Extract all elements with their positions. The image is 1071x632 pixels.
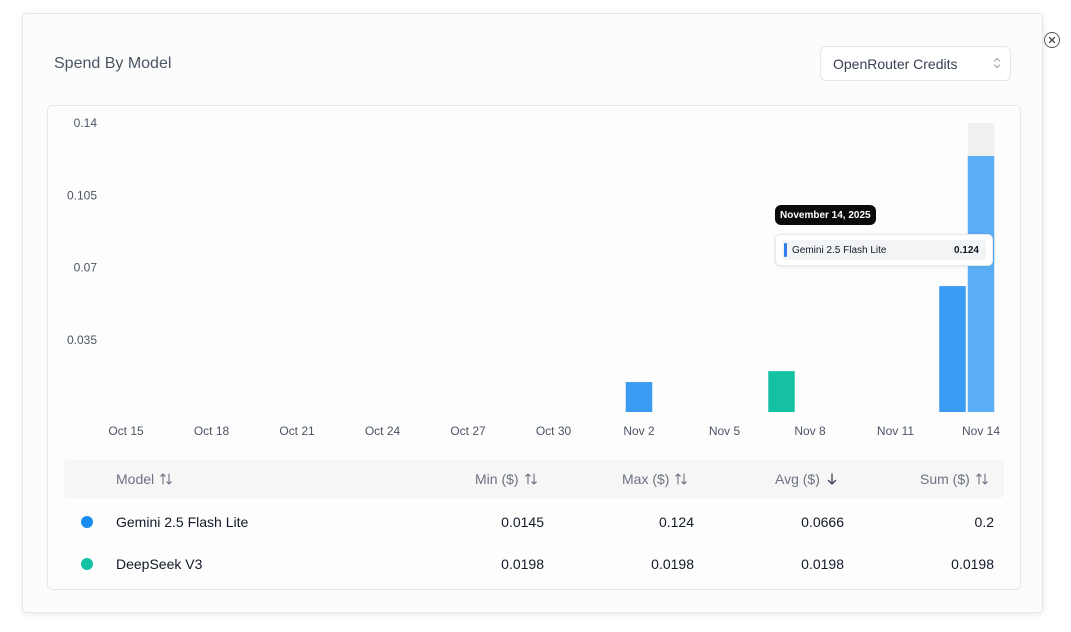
min-value: 0.0145 — [501, 514, 544, 530]
sort-icon — [160, 473, 172, 485]
x-tick-label: Nov 2 — [623, 424, 655, 438]
tooltip-series: Gemini 2.5 Flash Lite — [792, 244, 887, 256]
min-value: 0.0198 — [501, 556, 544, 572]
sum-value: 0.2 — [974, 514, 994, 530]
column-header-min[interactable]: Min ($) — [475, 460, 538, 498]
x-tick-label: Oct 24 — [365, 424, 401, 438]
y-tick-label: 0.105 — [67, 188, 97, 202]
credits-source-select[interactable]: OpenRouter Credits — [820, 46, 1011, 81]
spend-by-model-card: Spend By Model OpenRouter Credits 0.035 0… — [22, 13, 1060, 613]
close-icon — [1048, 36, 1056, 44]
tooltip-swatch — [784, 243, 787, 257]
table-header: Model Min ($) Max ($) Avg ($) Sum ($) — [64, 460, 1004, 498]
x-tick-label: Nov 14 — [962, 424, 1000, 438]
y-tick-label: 0.14 — [74, 116, 98, 130]
model-name: DeepSeek V3 — [116, 556, 203, 572]
bars — [625, 123, 995, 412]
x-tick-label: Oct 18 — [194, 424, 230, 438]
column-header-sum[interactable]: Sum ($) — [920, 460, 989, 498]
card-title: Spend By Model — [54, 55, 172, 72]
x-tick-label: Oct 27 — [450, 424, 486, 438]
chevron-up-down-icon — [993, 57, 1001, 69]
series-color-dot — [81, 516, 93, 528]
x-tick-label: Oct 30 — [536, 424, 572, 438]
x-tick-label: Nov 11 — [877, 424, 914, 438]
close-button[interactable] — [1044, 32, 1060, 48]
tooltip: Gemini 2.5 Flash Lite 0.124 — [775, 234, 993, 266]
x-tick-label: Nov 8 — [794, 424, 826, 438]
sort-icon — [976, 473, 988, 485]
tooltip-date: November 14, 2025 — [775, 205, 876, 225]
bar-chart: 0.0350.070.1050.14 Oct 15 Oct 18 Oct 21 Oct… — [67, 116, 1000, 438]
bar[interactable] — [768, 371, 795, 412]
column-label-avg: Avg ($) — [775, 471, 820, 487]
column-header-max[interactable]: Max ($) — [622, 460, 688, 498]
avg-value: 0.0198 — [801, 556, 844, 572]
sort-icon — [524, 473, 537, 485]
max-value: 0.0198 — [651, 556, 694, 572]
column-label-max: Max ($) — [622, 471, 670, 487]
table-row[interactable]: DeepSeek V3 0.0198 0.0198 0.0198 0.0198 — [64, 544, 1004, 584]
y-axis: 0.035 0.07 0.105 0.14 — [67, 116, 97, 347]
column-header-avg[interactable]: Avg ($) — [775, 460, 839, 498]
column-label-min: Min ($) — [475, 471, 519, 487]
column-label-sum: Sum ($) — [920, 471, 970, 487]
x-axis: Oct 15 Oct 18 Oct 21 Oct 24 Oct 27 Oct 30 Nov … — [108, 424, 1000, 438]
avg-value: 0.0666 — [801, 514, 844, 530]
x-tick-label: Oct 21 — [279, 424, 315, 438]
x-tick-label: Nov 5 — [709, 424, 741, 438]
sum-value: 0.0198 — [951, 556, 994, 572]
model-name: Gemini 2.5 Flash Lite — [116, 514, 249, 530]
column-label-model: Model — [116, 471, 155, 487]
y-tick-label: 0.07 — [74, 261, 98, 275]
table-row[interactable]: Gemini 2.5 Flash Lite 0.0145 0.124 0.066… — [64, 502, 1004, 542]
bar[interactable] — [939, 286, 966, 412]
y-tick-label: 0.035 — [67, 333, 97, 347]
chart-panel: 0.035 0.07 0.105 0.14 Oct 15 Oct 18 Oct 21 Oct… — [47, 105, 1021, 590]
select-value: OpenRouter Credits — [833, 55, 958, 72]
tooltip-row: Gemini 2.5 Flash Lite 0.124 — [782, 240, 986, 260]
column-header-model[interactable]: Model — [116, 460, 173, 498]
max-value: 0.124 — [658, 514, 694, 530]
bar[interactable] — [625, 382, 653, 412]
bar[interactable] — [967, 156, 995, 412]
x-tick-label: Oct 15 — [108, 424, 144, 438]
sort-descending-icon — [827, 473, 837, 485]
tooltip-value: 0.124 — [953, 244, 979, 256]
sort-icon — [675, 473, 688, 485]
series-color-dot — [81, 558, 93, 570]
